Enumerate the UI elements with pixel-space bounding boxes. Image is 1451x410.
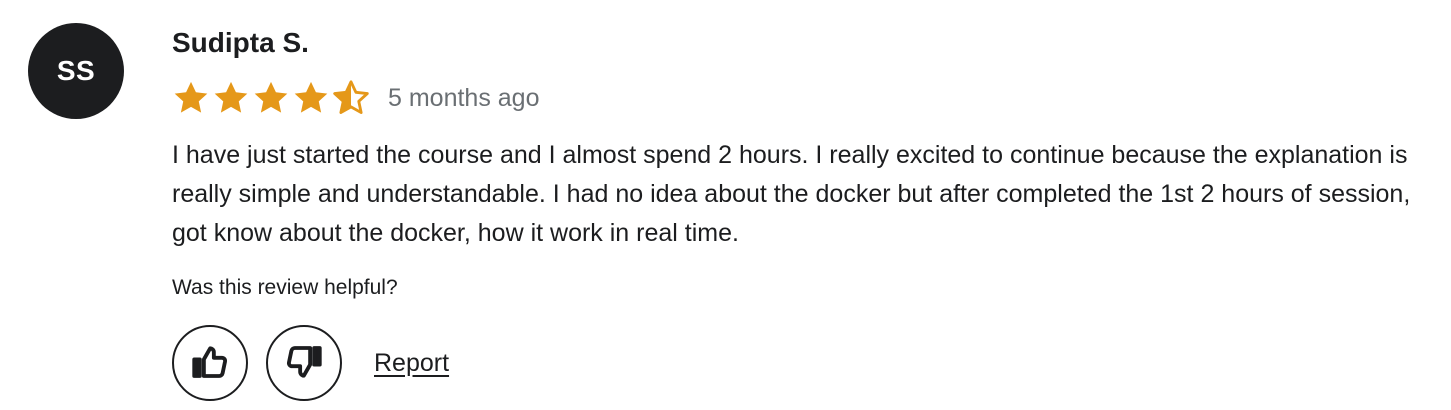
thumbs-down-icon	[283, 341, 325, 386]
report-link[interactable]: Report	[374, 349, 449, 378]
reviewer-name: Sudipta S.	[172, 27, 309, 58]
star-full-icon	[214, 81, 248, 113]
star-full-icon	[174, 81, 208, 113]
helpful-prompt: Was this review helpful?	[172, 276, 398, 299]
thumbs-up-button[interactable]	[172, 325, 248, 401]
review-content: Sudipta S. 5 months ago I have just star…	[172, 24, 1442, 401]
review-text: I have just started the course and I alm…	[172, 141, 1411, 247]
review-time: 5 months ago	[388, 84, 540, 112]
review-card: SS Sudipta S. 5 months ago I have just s…	[0, 0, 1451, 410]
star-rating	[172, 79, 370, 117]
thumbs-down-button[interactable]	[266, 325, 342, 401]
star-full-icon	[254, 81, 288, 113]
rating-row: 5 months ago	[172, 78, 1442, 118]
avatar-initials: SS	[56, 55, 96, 86]
star-half-icon	[333, 80, 369, 114]
avatar: SS	[28, 23, 124, 119]
star-full-icon	[294, 81, 328, 113]
review-actions: Report	[172, 325, 1442, 401]
thumbs-up-icon	[189, 341, 231, 386]
